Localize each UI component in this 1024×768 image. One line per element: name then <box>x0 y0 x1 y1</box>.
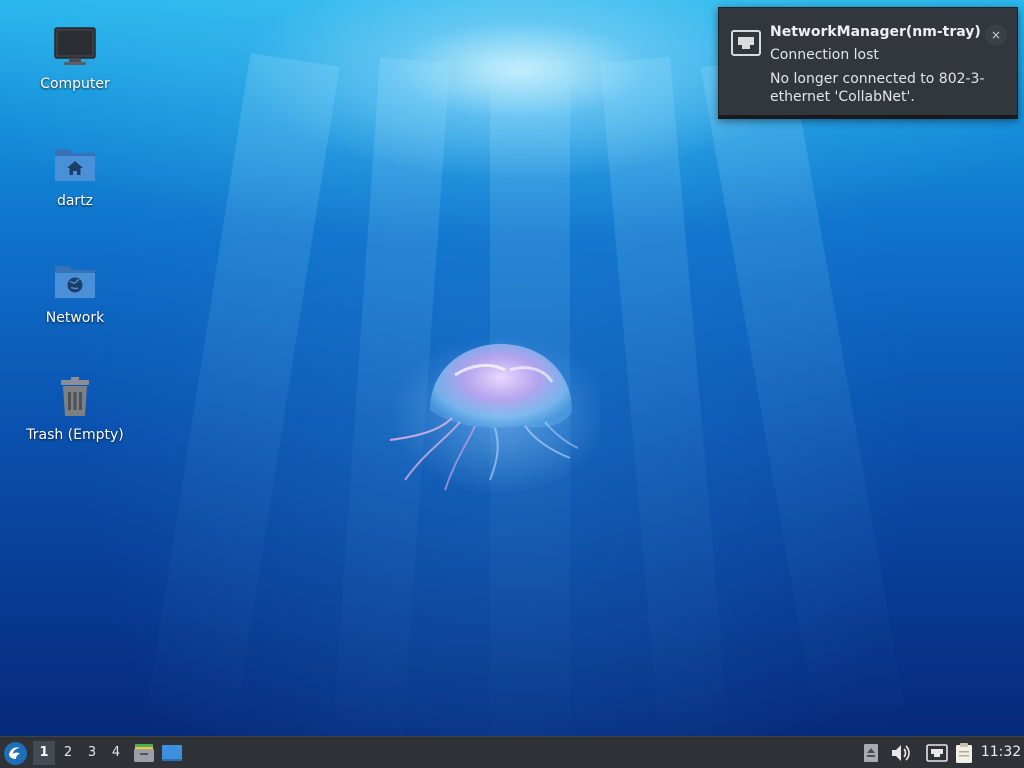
removable-media-icon[interactable] <box>860 742 882 764</box>
desktop-icon-label: Network <box>45 310 105 326</box>
taskbar: 1 2 3 4 11:32 <box>0 736 1024 768</box>
network-icon[interactable] <box>926 742 948 764</box>
desktop-icon-network[interactable]: Network <box>20 256 130 326</box>
workspace-3[interactable]: 3 <box>81 741 103 765</box>
lxqt-menu-icon[interactable] <box>3 741 28 766</box>
ethernet-icon <box>731 30 761 56</box>
network-folder-icon <box>55 266 95 298</box>
clipboard-icon[interactable] <box>953 742 975 764</box>
jellyfish-image <box>389 335 600 495</box>
notification-summary: Connection lost <box>770 47 879 63</box>
desktop-icon-computer[interactable]: Computer <box>20 22 130 92</box>
notification-close-button[interactable]: × <box>985 25 1007 45</box>
volume-icon[interactable] <box>889 742 911 764</box>
workspace-4[interactable]: 4 <box>105 741 127 765</box>
desktop-icon-trash[interactable]: Trash (Empty) <box>20 373 130 443</box>
file-manager-icon[interactable] <box>133 742 155 764</box>
notification-popup[interactable]: NetworkManager(nm-tray) Connection lost … <box>718 7 1018 119</box>
notification-body: No longer connected to 802-3-ethernet 'C… <box>770 71 985 105</box>
desktop-icon-label: Computer <box>40 76 110 92</box>
light-ray <box>141 52 340 736</box>
clock[interactable]: 11:32 <box>978 737 1024 768</box>
desktop-icon-label: dartz <box>56 193 94 209</box>
desktop-icon[interactable] <box>161 742 183 764</box>
trash-icon <box>61 377 89 416</box>
computer-icon <box>54 27 96 65</box>
light-ray <box>700 52 911 736</box>
workspace-2[interactable]: 2 <box>57 741 79 765</box>
light-ray <box>600 56 731 736</box>
home-folder-icon <box>55 149 95 181</box>
desktop-icon-label: Trash (Empty) <box>26 427 124 443</box>
notification-app-name: NetworkManager(nm-tray) <box>770 24 981 40</box>
workspace-1[interactable]: 1 <box>33 741 55 765</box>
desktop-icon-home[interactable]: dartz <box>20 139 130 209</box>
